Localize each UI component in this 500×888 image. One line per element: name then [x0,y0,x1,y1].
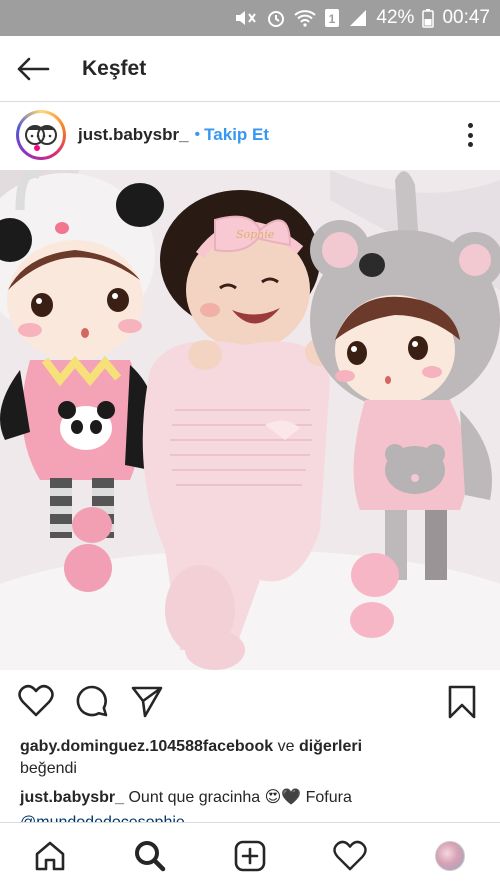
back-button[interactable] [0,36,66,102]
separator-dot: • [194,126,201,143]
post-actions [0,672,500,730]
status-bar: 1 42% 00:47 [0,0,500,36]
likes-liked-text: beğendi [20,760,77,777]
likes-others-link[interactable]: diğerleri [299,738,362,755]
more-dot [467,142,473,147]
alarm-icon [266,8,286,28]
bookmark-icon [448,685,476,719]
more-options-button[interactable] [458,120,482,150]
comment-button[interactable] [75,684,109,723]
svg-text:1: 1 [329,12,336,26]
battery-percent: 42% [376,7,415,28]
nav-home[interactable] [0,823,100,888]
arrow-left-icon [17,57,50,80]
add-post-icon [234,840,266,872]
nav-search[interactable] [100,823,200,888]
post-header: just.babysbr_ • Takip Et [0,102,500,168]
caption-mention[interactable]: @mundodedocesophie [20,812,185,822]
likes-connector: ve [277,738,295,755]
comment-icon [76,685,108,717]
svg-text:Sophie: Sophie [236,228,275,241]
page-title: Keşfet [82,56,147,80]
more-dot [467,132,473,138]
post-caption: just.babysbr_ Ount que gracinha 😍🖤 Fofur… [20,787,490,809]
heart-icon [18,684,54,717]
avatar[interactable] [16,110,66,160]
likes-summary: gaby.dominguez.104588facebook ve diğerle… [20,736,490,780]
caption-username[interactable]: just.babysbr_ [20,789,124,806]
nav-profile[interactable] [400,823,500,888]
liker-username[interactable]: gaby.dominguez.104588facebook [20,738,273,755]
nav-activity[interactable] [300,823,400,888]
avatar-image [19,113,63,157]
post-username[interactable]: just.babysbr_ [78,125,189,145]
mute-icon [234,8,258,28]
caption-text: Ount que gracinha 😍🖤 Fofura [128,789,352,806]
direct-share-icon [131,686,163,718]
search-icon [135,841,166,872]
signal-icon [348,8,368,28]
follow-button[interactable]: Takip Et [204,125,269,145]
more-vertical-icon [467,123,473,128]
like-button[interactable] [18,684,54,723]
app-header: Keşfet [0,36,500,102]
heart-icon [333,840,367,871]
clock: 00:47 [442,7,490,28]
bottom-nav [0,822,500,888]
nav-add-post[interactable] [200,823,300,888]
post-photo: Sophie [0,170,500,670]
profile-avatar [435,841,465,871]
post-image[interactable]: Sophie [0,170,500,670]
home-icon [35,841,65,871]
save-button[interactable] [446,684,478,725]
battery-icon [422,8,435,28]
sim-icon: 1 [324,8,340,28]
wifi-icon [294,8,317,28]
share-button[interactable] [130,684,164,723]
